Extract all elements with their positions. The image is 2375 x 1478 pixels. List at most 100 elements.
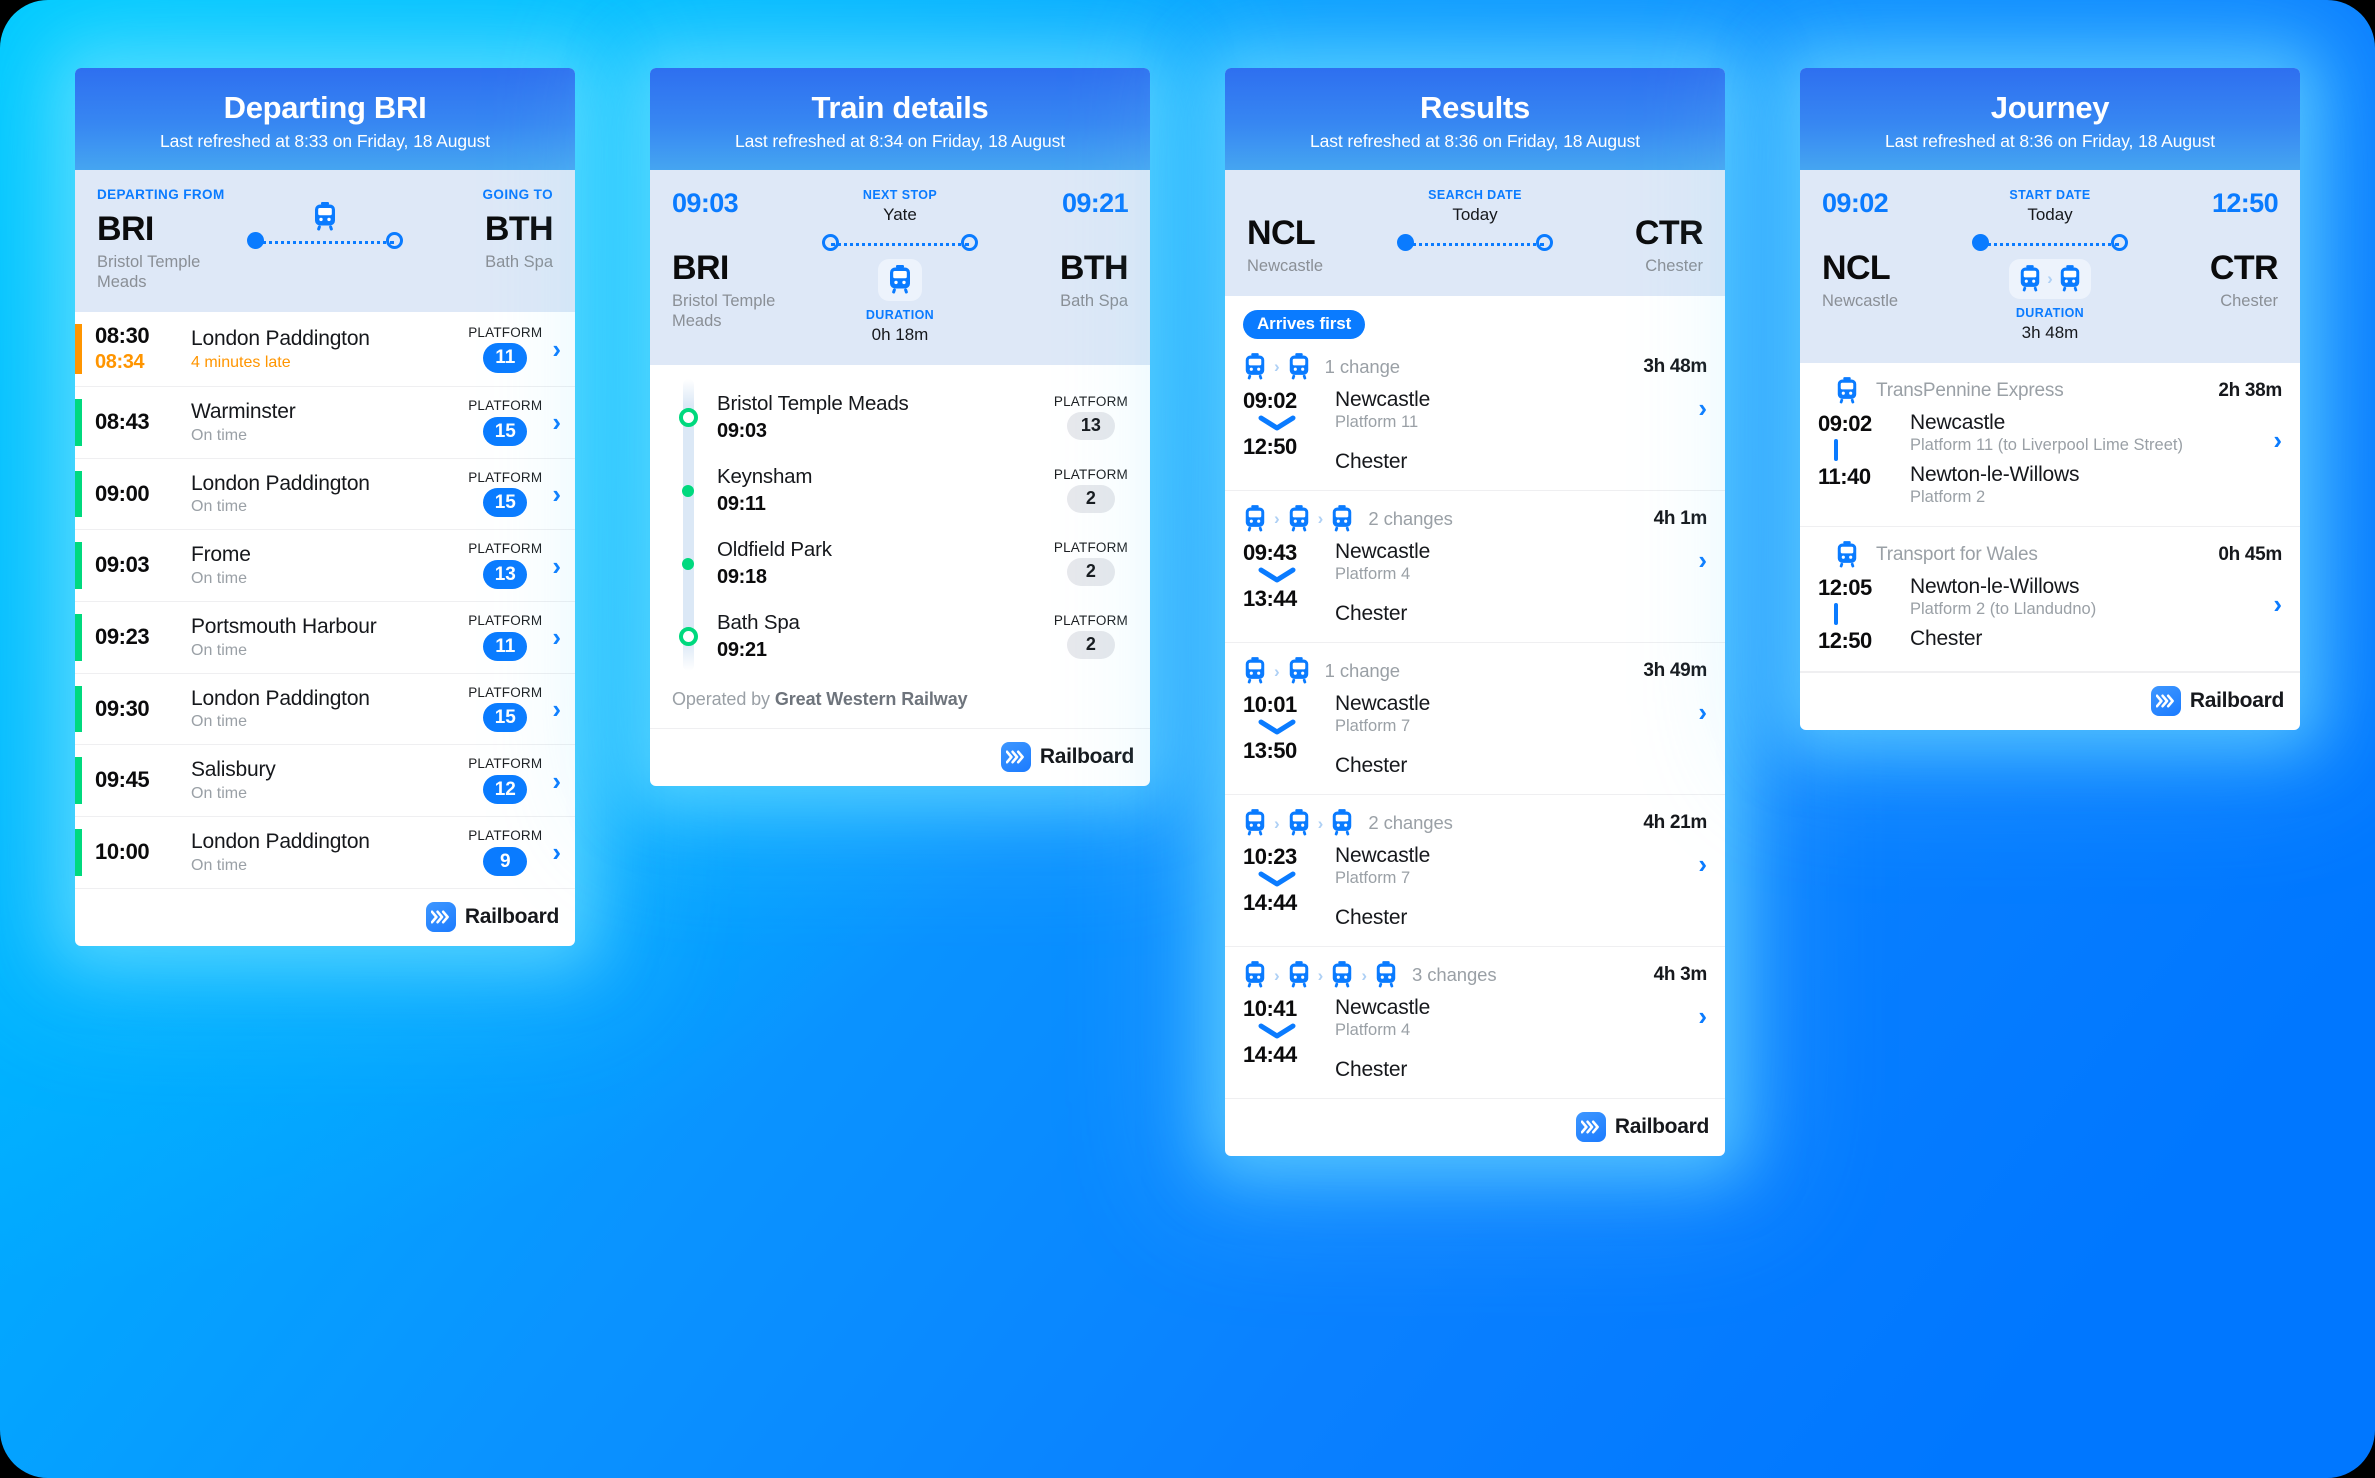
platform-label: PLATFORM	[468, 684, 543, 700]
card-footer: Railboard	[1800, 672, 2300, 730]
result-row[interactable]: › › 2 changes 4h 21m 10:23 14:44 Newcast…	[1225, 795, 1725, 948]
chevron-right-icon[interactable]: ›	[552, 553, 561, 579]
chevron-right-icon[interactable]: ›	[552, 481, 561, 507]
departure-row[interactable]: 09:23 Portsmouth Harbour On time PLATFOR…	[75, 602, 575, 674]
chevron-right-icon[interactable]: ›	[1698, 851, 1707, 877]
destination-code: CTR	[2209, 248, 2279, 287]
duration-value: 0h 18m	[871, 325, 929, 345]
departure-row[interactable]: 09:45 Salisbury On time PLATFORM 12 ›	[75, 745, 575, 818]
platform-block: PLATFORM 11	[468, 326, 542, 373]
train-icon	[1287, 809, 1311, 837]
departure-row[interactable]: 08:43 Warminster On time PLATFORM 15 ›	[75, 387, 575, 459]
platform-label: PLATFORM	[468, 398, 543, 414]
departure-row[interactable]: 10:00 London Paddington On time PLATFORM…	[75, 817, 575, 888]
chevron-right-icon[interactable]: ›	[1698, 547, 1707, 573]
platform-number: 11	[483, 631, 528, 661]
arrival-station: Chester	[1910, 626, 1983, 650]
result-stations: Newcastle Platform 7 Chester	[1335, 844, 1707, 930]
destination-dot	[1536, 234, 1553, 252]
result-row[interactable]: › 1 change 3h 48m 09:02 12:50 Newcastle …	[1225, 339, 1725, 491]
platform-block: PLATFORM 2	[1054, 468, 1132, 514]
origin-block: NCL Newcastle	[1247, 188, 1397, 276]
route-track	[247, 201, 403, 250]
result-row[interactable]: › 1 change 3h 49m 10:01 13:50 Newcastle …	[1225, 643, 1725, 796]
stop-time: 09:18	[717, 565, 767, 588]
arrival-station: Chester	[1335, 601, 1408, 625]
departure-row[interactable]: 08:30 08:34 London Paddington 4 minutes …	[75, 312, 575, 388]
chevron-right-icon[interactable]: ›	[552, 409, 561, 435]
result-row[interactable]: › › 2 changes 4h 1m 09:43 13:44 Newcastl…	[1225, 491, 1725, 643]
departure-platform: Platform 11	[1335, 412, 1419, 431]
duration-label: DURATION	[2015, 305, 2085, 320]
status-label: 4 minutes late	[191, 353, 291, 371]
arrival-time: 13:44	[1243, 586, 1297, 612]
departure-times: 09:00	[95, 480, 191, 507]
chevron-right-icon[interactable]: ›	[552, 839, 561, 865]
chevron-right-icon[interactable]: ›	[1698, 1003, 1707, 1029]
departure-row[interactable]: 09:30 London Paddington On time PLATFORM…	[75, 674, 575, 746]
leg-duration: 0h 45m	[2218, 543, 2282, 565]
train-icons-chip: ›	[2009, 258, 2091, 299]
arrival-time: 14:44	[1243, 1042, 1297, 1068]
leg-connector-bar	[1834, 439, 1838, 462]
origin-dot	[822, 234, 839, 252]
chevron-right-icon: ›	[2047, 269, 2053, 289]
stop-marker	[668, 484, 708, 497]
platform-label: PLATFORM	[1053, 539, 1128, 555]
result-stations: Newcastle Platform 7 Chester	[1335, 692, 1707, 778]
arrival-station: Chester	[1335, 449, 1408, 473]
arrival-station: Chester	[1335, 753, 1408, 777]
status-label: On time	[191, 498, 248, 516]
result-detail: 10:41 14:44 Newcastle Platform 4 Chester	[1243, 996, 1707, 1082]
chevron-right-icon[interactable]: ›	[552, 624, 561, 650]
scheduled-time: 09:00	[95, 480, 150, 506]
departure-info: Frome On time	[191, 543, 468, 588]
results-list: › 1 change 3h 48m 09:02 12:50 Newcastle …	[1225, 339, 1725, 1098]
status-label: On time	[191, 426, 248, 444]
result-times: 09:02 12:50	[1243, 388, 1335, 460]
status-indicator-bar	[75, 399, 82, 446]
result-detail: 09:02 12:50 Newcastle Platform 11 Cheste…	[1243, 388, 1707, 474]
destination-block: CTR Chester	[1553, 188, 1704, 276]
departure-info: London Paddington 4 minutes late	[191, 327, 468, 372]
destination-label: Salisbury	[191, 758, 276, 782]
chevron-right-icon[interactable]: ›	[2273, 591, 2282, 617]
journey-leg[interactable]: TransPennine Express 2h 38m 09:02 11:40 …	[1800, 363, 2300, 527]
train-icon	[2018, 264, 2042, 293]
train-icon	[312, 201, 338, 232]
platform-label: PLATFORM	[1053, 393, 1128, 409]
train-icon	[1243, 352, 1267, 381]
departure-row[interactable]: 09:00 London Paddington On time PLATFORM…	[75, 459, 575, 531]
chevron-right-icon[interactable]: ›	[552, 336, 561, 362]
chevron-down-icon	[1257, 871, 1335, 887]
departure-info: London Paddington On time	[191, 687, 468, 732]
destination-time: 09:21	[1061, 187, 1129, 218]
next-stop-label: NEXT STOP	[862, 187, 938, 202]
stop-name: Oldfield Park	[717, 538, 832, 562]
chevron-right-icon[interactable]: ›	[1698, 395, 1707, 421]
chevron-right-icon[interactable]: ›	[552, 696, 561, 722]
journey-leg[interactable]: Transport for Wales 0h 45m 12:05 12:50 N…	[1800, 527, 2300, 673]
train-icon-chip	[878, 258, 922, 301]
origin-dot	[247, 232, 264, 250]
arrival-station: Newton-le-Willows	[1910, 462, 2080, 486]
stop-name: Bath Spa	[717, 611, 800, 635]
train-icon	[1818, 377, 1876, 405]
destination-label: Portsmouth Harbour	[191, 614, 377, 638]
platform-number: 15	[483, 488, 528, 518]
departure-row[interactable]: 09:03 Frome On time PLATFORM 13 ›	[75, 530, 575, 603]
chevron-right-icon[interactable]: ›	[2273, 427, 2282, 453]
result-times: 10:01 13:50	[1243, 692, 1335, 764]
route-track-wrap: NEXT STOP Yate DURATION 0h 18m	[822, 188, 978, 345]
stop-info: Keynsham 09:11	[708, 465, 1054, 515]
platform-block: PLATFORM 12	[468, 757, 542, 805]
route-track	[1397, 234, 1553, 252]
chevron-right-icon: ›	[1317, 509, 1324, 529]
departure-times: 09:03	[95, 553, 191, 578]
chevron-right-icon[interactable]: ›	[552, 768, 561, 794]
origin-code: NCL	[1822, 248, 1891, 287]
card-footer: Railboard	[75, 887, 575, 946]
chevron-right-icon[interactable]: ›	[1698, 699, 1707, 725]
result-row[interactable]: › › › 3 changes 4h 3m 10:41 14:44 Newcas…	[1225, 947, 1725, 1098]
origin-name: Newcastle	[1247, 256, 1324, 275]
